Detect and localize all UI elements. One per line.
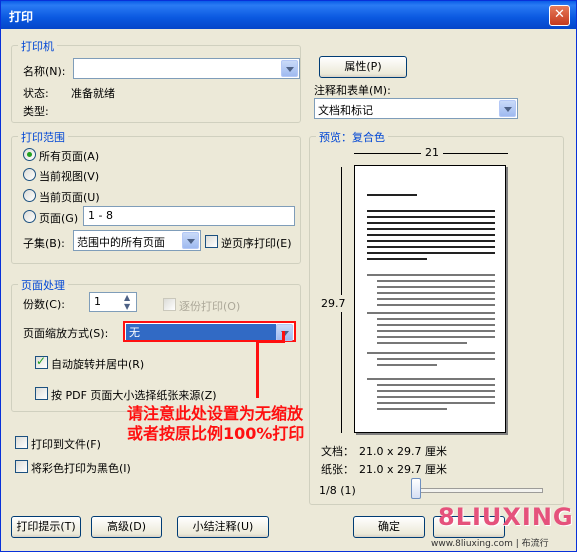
radio-current-page[interactable] bbox=[23, 189, 36, 202]
comments-value: 文档和标记 bbox=[318, 104, 373, 117]
dialog-title: 打印 bbox=[9, 10, 34, 24]
printer-group: 打印机 bbox=[11, 38, 301, 123]
grayscale-checkbox[interactable] bbox=[15, 460, 28, 473]
pdf-page-size-label[interactable]: 按 PDF 页面大小选择纸张来源(Z) bbox=[51, 387, 217, 403]
status-value: 准备就绪 bbox=[71, 87, 115, 100]
radio-all-pages[interactable] bbox=[23, 148, 36, 161]
annotation-note: 请注意此处设置为无缩放 或者按原比例100%打印 bbox=[127, 404, 304, 444]
print-range-title: 打印范围 bbox=[18, 129, 68, 145]
radio-pages[interactable] bbox=[23, 210, 36, 223]
printer-name-label: 名称(N): bbox=[23, 65, 66, 78]
page-slider-thumb[interactable] bbox=[411, 478, 421, 499]
status-label: 状态: bbox=[23, 87, 49, 100]
auto-rotate-checkbox[interactable] bbox=[35, 354, 48, 369]
printer-group-title: 打印机 bbox=[18, 38, 57, 54]
page-counter: 1/8 (1) bbox=[319, 484, 356, 497]
watermark-url: www.8liuxing.com | 布流行 bbox=[431, 539, 549, 549]
auto-rotate-label[interactable]: 自动旋转并居中(R) bbox=[51, 356, 144, 372]
watermark-logo: 8LIUXING bbox=[438, 503, 574, 531]
type-label: 类型: bbox=[23, 105, 49, 118]
print-tips-button[interactable]: 打印提示(T) bbox=[11, 516, 81, 538]
annotation-connector bbox=[282, 331, 285, 343]
summarize-button[interactable]: 小结注释(U) bbox=[177, 516, 269, 538]
pages-label[interactable]: 页面(G) bbox=[39, 210, 78, 226]
scaling-label: 页面缩放方式(S): bbox=[23, 327, 109, 340]
chevron-down-icon[interactable] bbox=[499, 100, 516, 117]
doc-size-value: 21.0 x 29.7 厘米 bbox=[359, 445, 447, 458]
annotation-connector bbox=[256, 342, 259, 398]
annotation-connector bbox=[256, 340, 284, 343]
page-slider[interactable] bbox=[413, 488, 543, 493]
copies-spinner-icon[interactable]: ▲ ▼ bbox=[124, 293, 130, 311]
pdf-page-size-checkbox[interactable] bbox=[35, 387, 48, 400]
print-to-file-label[interactable]: 打印到文件(F) bbox=[31, 436, 101, 452]
preview-title: 预览：复合色 bbox=[316, 129, 388, 145]
pages-input[interactable]: 1 - 8 bbox=[83, 206, 295, 226]
subset-select[interactable]: 范围中的所有页面 bbox=[73, 230, 201, 251]
width-dimension-label: 21 bbox=[421, 146, 443, 159]
current-page-label[interactable]: 当前页面(U) bbox=[39, 189, 100, 205]
paper-size-label: 纸张： bbox=[321, 463, 354, 476]
comments-label: 注释和表单(M): bbox=[314, 84, 391, 97]
subset-label: 子集(B): bbox=[23, 237, 65, 250]
current-view-label[interactable]: 当前视图(V) bbox=[39, 168, 99, 184]
paper-size-value: 21.0 x 29.7 厘米 bbox=[359, 463, 447, 476]
collate-checkbox[interactable] bbox=[163, 298, 176, 311]
radio-current-view[interactable] bbox=[23, 168, 36, 181]
printer-name-select[interactable] bbox=[73, 58, 300, 79]
scaling-value: 无 bbox=[126, 324, 276, 340]
page-preview bbox=[354, 165, 506, 433]
comments-select[interactable]: 文档和标记 bbox=[314, 98, 518, 119]
ok-button[interactable]: 确定 bbox=[353, 516, 425, 538]
doc-size-label: 文档： bbox=[321, 445, 354, 458]
properties-button[interactable]: 属性(P) bbox=[319, 56, 407, 78]
height-dimension-label: 29.7 bbox=[321, 295, 346, 312]
all-pages-label[interactable]: 所有页面(A) bbox=[39, 148, 99, 164]
reverse-pages-checkbox[interactable] bbox=[205, 235, 218, 248]
print-dialog: 打印 ✕ 打印机 名称(N): 状态: 准备就绪 类型: 属性(P) 注释和表单… bbox=[0, 0, 577, 552]
subset-value: 范围中的所有页面 bbox=[77, 236, 165, 249]
grayscale-label[interactable]: 将彩色打印为黑色(I) bbox=[31, 460, 131, 476]
collate-label[interactable]: 逐份打印(O) bbox=[179, 298, 240, 314]
print-to-file-checkbox[interactable] bbox=[15, 436, 28, 449]
chevron-down-icon[interactable] bbox=[281, 60, 298, 77]
scaling-select[interactable]: 无 bbox=[123, 321, 296, 342]
close-button[interactable]: ✕ bbox=[549, 5, 570, 26]
annotation-line2: 或者按原比例100%打印 bbox=[127, 424, 305, 443]
annotation-line1: 请注意此处设置为无缩放 bbox=[127, 404, 304, 423]
chevron-down-icon[interactable] bbox=[182, 232, 199, 249]
advanced-button[interactable]: 高级(D) bbox=[91, 516, 162, 538]
page-handling-title: 页面处理 bbox=[18, 277, 68, 293]
copies-label: 份数(C): bbox=[23, 298, 65, 311]
reverse-pages-label[interactable]: 逆页序打印(E) bbox=[221, 235, 292, 251]
title-bar[interactable]: 打印 ✕ bbox=[1, 1, 576, 29]
